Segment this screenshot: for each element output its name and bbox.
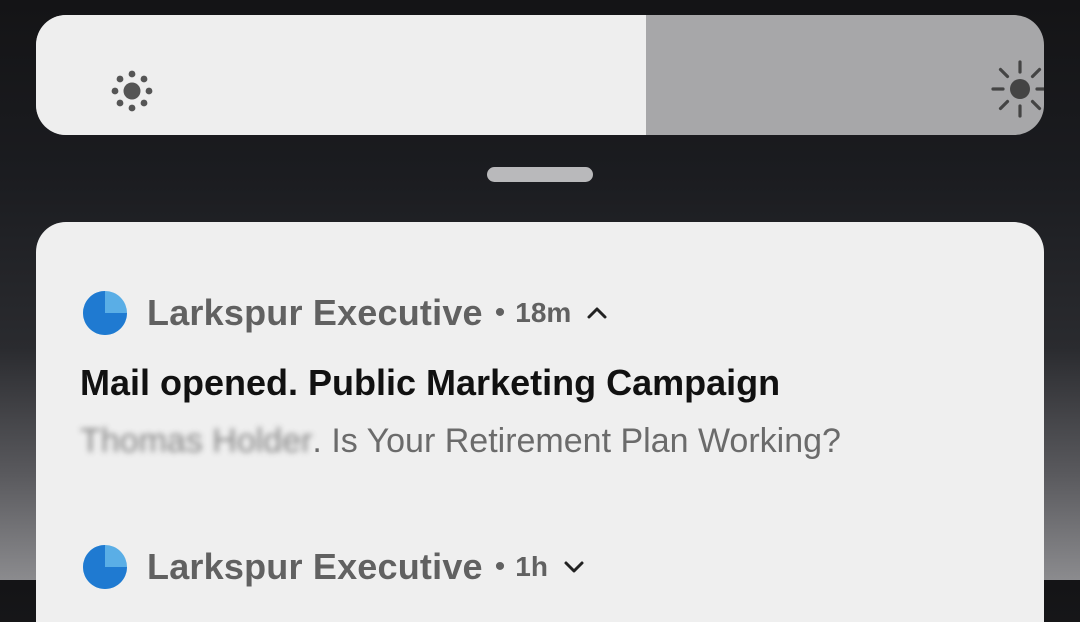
notification-time: 1h xyxy=(515,551,548,582)
notification-title: Mail opened. Public Marketing Campaign xyxy=(80,362,781,403)
app-name: Larkspur Executive xyxy=(147,292,483,333)
header-separator: • xyxy=(494,550,506,583)
app-name: Larkspur Executive xyxy=(147,546,483,587)
app-icon xyxy=(83,545,127,589)
notification-body: Thomas Holder . Is Your Retirement Plan … xyxy=(80,422,841,461)
notification-header: Larkspur Executive • 1h xyxy=(82,542,586,592)
notification-header: Larkspur Executive • 18m xyxy=(82,288,609,338)
app-icon xyxy=(83,291,127,335)
header-separator: • xyxy=(494,296,506,329)
notification-body-text: . Is Your Retirement Plan Working? xyxy=(312,422,841,460)
panel-drag-handle[interactable] xyxy=(487,167,593,182)
chevron-up-icon[interactable] xyxy=(585,301,609,325)
notification-time: 18m xyxy=(515,297,572,328)
brightness-slider[interactable] xyxy=(36,15,1044,135)
redacted-sender: Thomas Holder xyxy=(80,422,313,460)
chevron-down-icon[interactable] xyxy=(562,555,586,579)
notification-card[interactable]: Larkspur Executive • 18m Mail opened. Pu… xyxy=(36,222,1044,622)
brightness-low-icon xyxy=(111,70,153,112)
brightness-high-icon xyxy=(991,60,1044,118)
